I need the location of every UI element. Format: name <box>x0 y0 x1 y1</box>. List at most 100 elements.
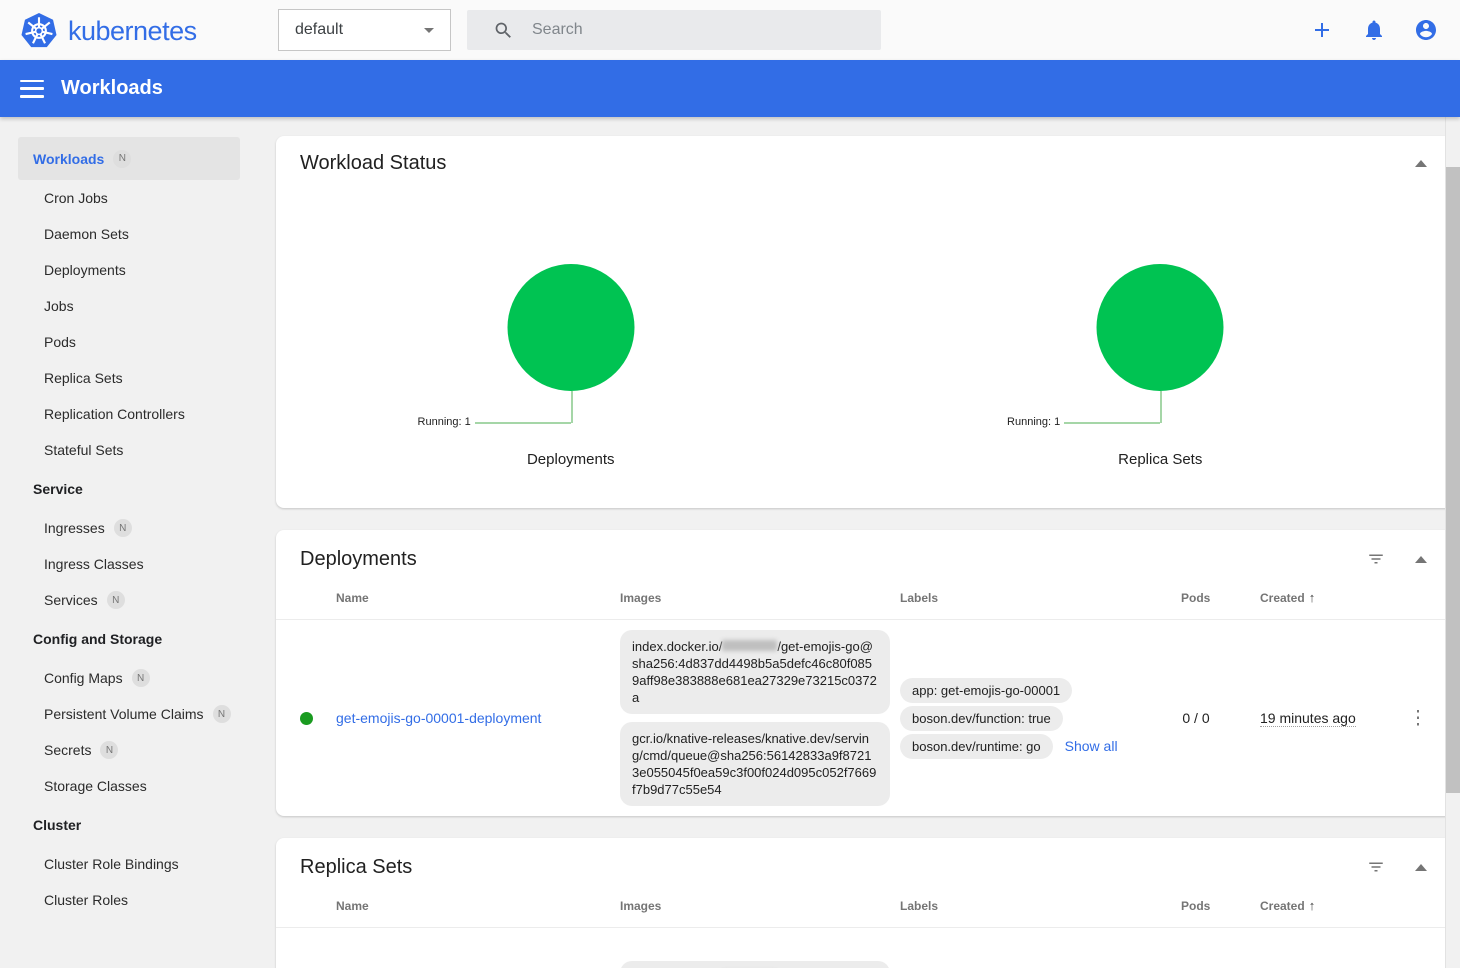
pods-count: 0 / 0 <box>1156 710 1236 726</box>
column-header-pods: Pods <box>1156 591 1236 605</box>
sidebar-item-pods[interactable]: Pods <box>0 324 256 360</box>
leader-line <box>1064 422 1160 424</box>
sort-ascending-icon: ↑ <box>1309 898 1316 913</box>
image-chip: gcr.io/knative-releases/knative.dev/serv… <box>620 722 890 806</box>
card-title: Workload Status <box>300 152 1389 175</box>
column-header-images: Images <box>620 591 900 605</box>
vertical-scrollbar[interactable] <box>1445 117 1460 968</box>
namespace-selector[interactable]: default <box>278 9 451 51</box>
card-title: Deployments <box>300 548 1341 571</box>
column-header-images: Images <box>620 899 900 913</box>
new-badge: N <box>213 705 231 723</box>
header-actions <box>1310 18 1438 42</box>
triangle-up-icon <box>1415 864 1427 871</box>
row-actions-menu-button[interactable]: ⋮ <box>1409 709 1428 728</box>
collapse-card-button[interactable] <box>1411 552 1431 567</box>
pie-running-slice <box>507 264 634 391</box>
deployments-card: Deployments Name Images Labels Pods Crea… <box>276 530 1455 816</box>
kubernetes-logo-icon <box>20 12 58 50</box>
kubernetes-logo[interactable]: kubernetes <box>20 12 197 50</box>
new-badge: N <box>114 519 132 537</box>
redacted-text <box>722 640 777 651</box>
collapse-card-button[interactable] <box>1411 156 1431 171</box>
pie-legend-label: Running: 1 <box>418 416 471 428</box>
created-timestamp: 19 minutes ago <box>1236 710 1396 726</box>
leader-line <box>1160 391 1162 423</box>
hamburger-menu-button[interactable] <box>20 80 44 98</box>
sidebar-item-services[interactable]: Services N <box>0 582 256 618</box>
scrollbar-thumb[interactable] <box>1446 167 1460 793</box>
sidebar-item-jobs[interactable]: Jobs <box>0 288 256 324</box>
filter-button[interactable] <box>1363 546 1389 572</box>
column-header-name[interactable]: Name <box>336 591 620 605</box>
deployment-name-link[interactable]: get-emojis-go-00001-deployment <box>336 710 620 726</box>
filter-list-icon <box>1367 550 1385 568</box>
new-badge: N <box>107 591 125 609</box>
new-badge: N <box>132 669 150 687</box>
sidebar-item-storage-classes[interactable]: Storage Classes <box>0 768 256 804</box>
sidebar-section-service: Service <box>0 468 256 510</box>
account-circle-icon <box>1414 18 1438 42</box>
sidebar-item-deployments[interactable]: Deployments <box>0 252 256 288</box>
table-header: Name Images Labels Pods Created↑ <box>276 884 1455 928</box>
search-box <box>467 10 881 50</box>
collapse-card-button[interactable] <box>1411 860 1431 875</box>
sidebar-item-config-maps[interactable]: Config Maps N <box>0 660 256 696</box>
pie-running-slice <box>1097 264 1224 391</box>
sidebar: Workloads N Cron Jobs Daemon Sets Deploy… <box>0 117 256 968</box>
label-chip: app: get-emojis-go-00001 <box>900 678 1072 703</box>
replica-sets-card: Replica Sets Name Images Labels Pods Cre… <box>276 838 1455 968</box>
main-content: Workload Status Running: 1 Deployments R… <box>256 117 1460 968</box>
label-chip: boson.dev/function: true <box>900 706 1063 731</box>
sidebar-item-ingress-classes[interactable]: Ingress Classes <box>0 546 256 582</box>
sidebar-item-workloads[interactable]: Workloads N <box>18 137 240 180</box>
sidebar-item-secrets[interactable]: Secrets N <box>0 732 256 768</box>
card-title: Replica Sets <box>300 856 1341 879</box>
workload-status-card: Workload Status Running: 1 Deployments R… <box>276 136 1455 508</box>
bell-icon <box>1362 18 1386 42</box>
plus-icon <box>1310 18 1334 42</box>
new-badge: N <box>113 150 131 168</box>
triangle-up-icon <box>1415 160 1427 167</box>
deployments-pie-chart: Running: 1 Deployments <box>276 187 866 491</box>
leader-line <box>475 422 571 424</box>
sidebar-item-replication-controllers[interactable]: Replication Controllers <box>0 396 256 432</box>
sidebar-item-cron-jobs[interactable]: Cron Jobs <box>0 180 256 216</box>
sidebar-item-stateful-sets[interactable]: Stateful Sets <box>0 432 256 468</box>
filter-list-icon <box>1367 858 1385 876</box>
create-resource-button[interactable] <box>1310 18 1334 42</box>
leader-line <box>571 391 573 423</box>
image-chip: index.docker.io//get-emojis-go@sha256:4d… <box>620 630 890 714</box>
table-header: Name Images Labels Pods Created↑ <box>276 576 1455 620</box>
triangle-up-icon <box>1415 556 1427 563</box>
column-header-pods: Pods <box>1156 899 1236 913</box>
sidebar-item-persistent-volume-claims[interactable]: Persistent Volume Claims N <box>0 696 256 732</box>
column-header-created[interactable]: Created↑ <box>1236 590 1396 605</box>
sidebar-item-daemon-sets[interactable]: Daemon Sets <box>0 216 256 252</box>
account-button[interactable] <box>1414 18 1438 42</box>
page-title: Workloads <box>61 77 163 100</box>
pie-legend-label: Running: 1 <box>1007 416 1060 428</box>
new-badge: N <box>100 741 118 759</box>
column-header-created[interactable]: Created↑ <box>1236 898 1396 913</box>
label-chip: boson.dev/runtime: go <box>900 734 1053 759</box>
sidebar-item-cluster-roles[interactable]: Cluster Roles <box>0 882 256 918</box>
hamburger-icon <box>20 80 44 83</box>
sidebar-item-replica-sets[interactable]: Replica Sets <box>0 360 256 396</box>
notifications-button[interactable] <box>1362 18 1386 42</box>
sort-ascending-icon: ↑ <box>1309 590 1316 605</box>
column-header-labels: Labels <box>900 591 1156 605</box>
table-row: get-emojis-go-00001-deployment index.doc… <box>276 620 1455 816</box>
chart-title: Deployments <box>276 451 866 468</box>
logo-text: kubernetes <box>68 16 197 47</box>
namespace-value: default <box>295 21 424 39</box>
filter-button[interactable] <box>1363 854 1389 880</box>
sidebar-item-cluster-role-bindings[interactable]: Cluster Role Bindings <box>0 846 256 882</box>
sidebar-section-config-and-storage: Config and Storage <box>0 618 256 660</box>
search-icon <box>493 20 514 41</box>
show-all-link[interactable]: Show all <box>1065 738 1118 754</box>
search-input[interactable] <box>532 21 832 39</box>
sidebar-item-ingresses[interactable]: Ingresses N <box>0 510 256 546</box>
column-header-name[interactable]: Name <box>336 899 620 913</box>
chart-title: Replica Sets <box>866 451 1456 468</box>
